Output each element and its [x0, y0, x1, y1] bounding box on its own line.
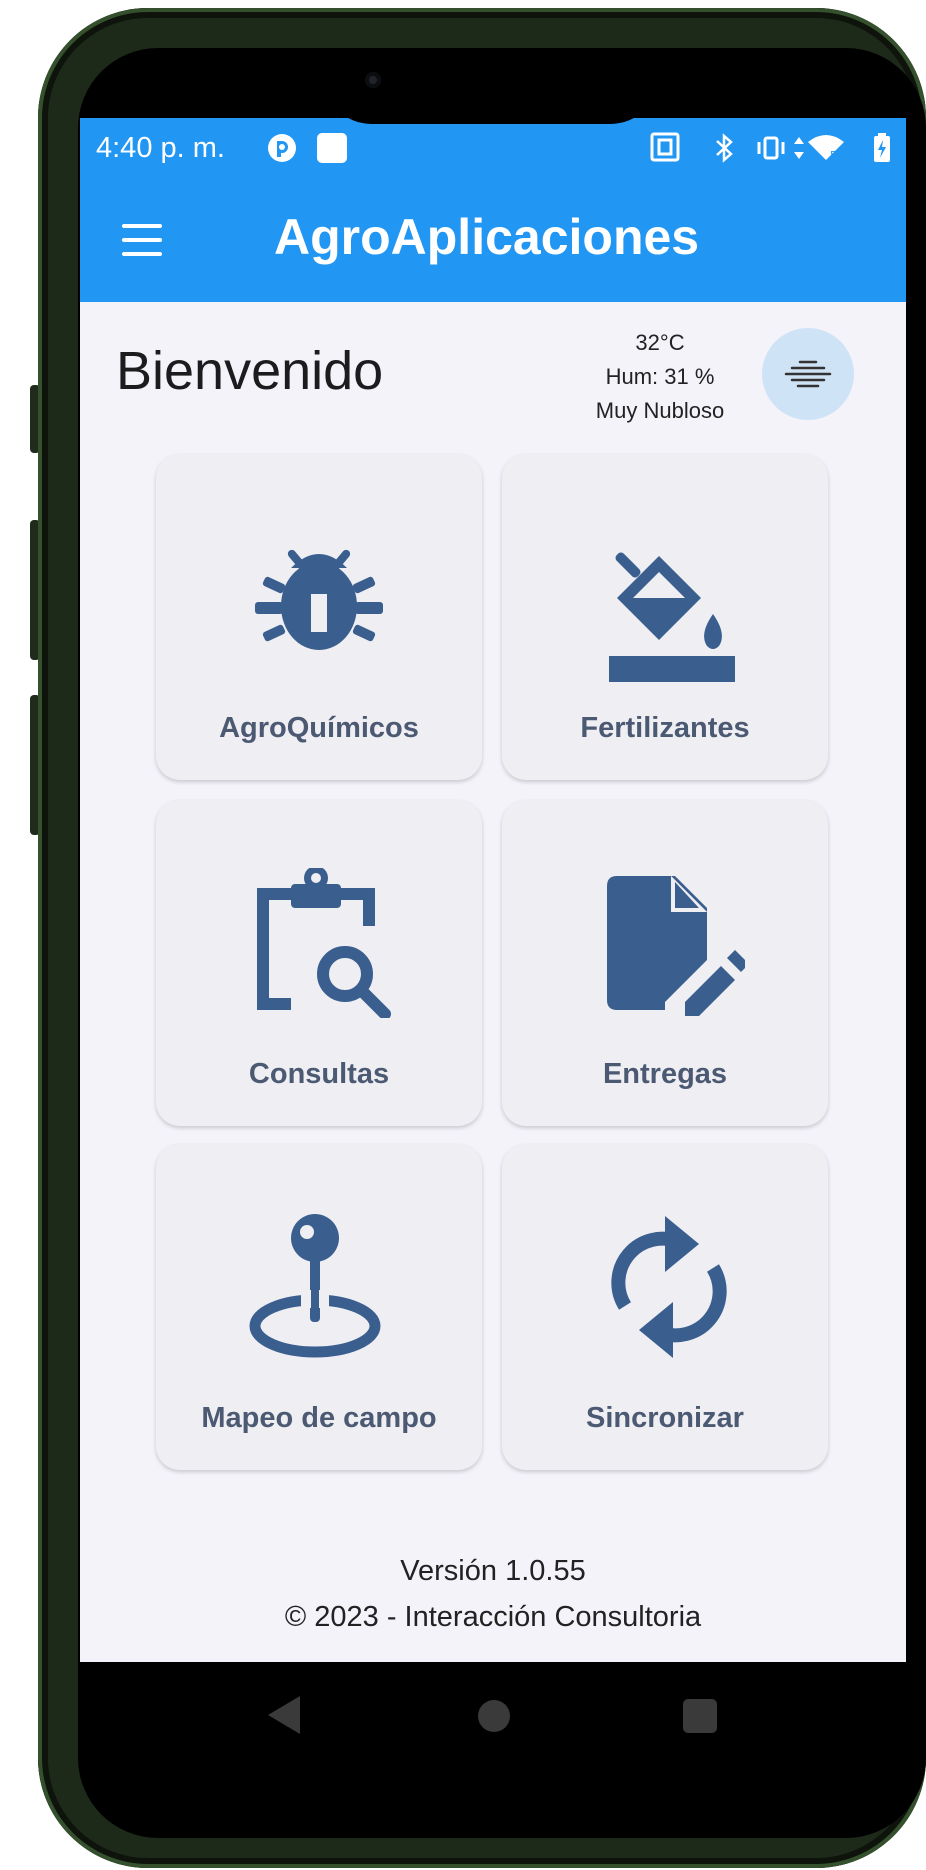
weather-humidity: Hum: 31 %: [605, 364, 715, 389]
status-bar: 4:40 p. m. 5: [80, 118, 906, 180]
menu-tile-consultas[interactable]: Consultas: [156, 800, 482, 1126]
app-title: AgroAplicaciones: [274, 209, 700, 265]
wifi-icon: 5: [808, 135, 844, 161]
app-screen: 4:40 p. m. 5 AgroAplicaciones Bienvenido…: [80, 118, 906, 1662]
weather-condition: Muy Nubloso: [595, 398, 725, 423]
menu-tile-label: Entregas: [602, 1058, 728, 1090]
home-circle-icon[interactable]: [476, 1698, 512, 1734]
map-pin-icon: [249, 1214, 381, 1358]
document-edit-icon: [607, 876, 745, 1016]
hamburger-menu-button[interactable]: [118, 220, 166, 260]
vibrate-icon: [757, 136, 785, 160]
menu-tile-label: Sincronizar: [586, 1402, 744, 1434]
status-time: 4:40 p. m.: [96, 132, 225, 164]
sync-icon: [611, 1216, 727, 1358]
app-bar: 4:40 p. m. 5 AgroAplicaciones: [80, 118, 906, 302]
svg-text:5: 5: [830, 150, 836, 161]
front-camera-icon: [365, 72, 381, 88]
copyright-text: © 2023 - Interacción Consultoria: [284, 1601, 702, 1633]
footer: Versión 1.0.55 © 2023 - Interacción Cons…: [80, 1548, 906, 1640]
menu-tile-entregas[interactable]: Entregas: [502, 800, 828, 1126]
weather-info: 32°C Hum: 31 % Muy Nubloso: [570, 326, 750, 428]
weather-fog-button[interactable]: [762, 328, 854, 420]
menu-tile-agroquimicos[interactable]: AgroQuímicos: [156, 454, 482, 780]
version-text: Versión 1.0.55: [400, 1555, 586, 1587]
menu-tile-label: Mapeo de campo: [201, 1402, 437, 1434]
clipboard-search-icon: [257, 868, 391, 1018]
menu-tile-label: Fertilizantes: [580, 712, 750, 744]
back-triangle-icon[interactable]: [266, 1694, 302, 1736]
fog-icon: [784, 360, 832, 388]
format-color-fill-icon: [609, 552, 735, 682]
menu-tile-label: Consultas: [248, 1058, 390, 1090]
app-notification-square-icon: [317, 133, 347, 163]
weather-temperature: 32°C: [635, 330, 685, 355]
nfc-icon: [650, 132, 680, 162]
battery-icon: [874, 133, 890, 162]
menu-tile-label: AgroQuímicos: [219, 712, 419, 744]
data-arrows-icon: [794, 137, 804, 159]
menu-tile-sincronizar[interactable]: Sincronizar: [502, 1144, 828, 1470]
bug-icon: [255, 549, 383, 650]
bluetooth-icon: [716, 133, 733, 163]
app-notification-icon: [268, 134, 296, 162]
menu-tile-mapeo-de-campo[interactable]: Mapeo de campo: [156, 1144, 482, 1470]
menu-tile-fertilizantes[interactable]: Fertilizantes: [502, 454, 828, 780]
welcome-heading: Bienvenido: [116, 341, 384, 401]
recents-square-icon[interactable]: [682, 1698, 718, 1734]
navigation-bar: [80, 1662, 906, 1772]
